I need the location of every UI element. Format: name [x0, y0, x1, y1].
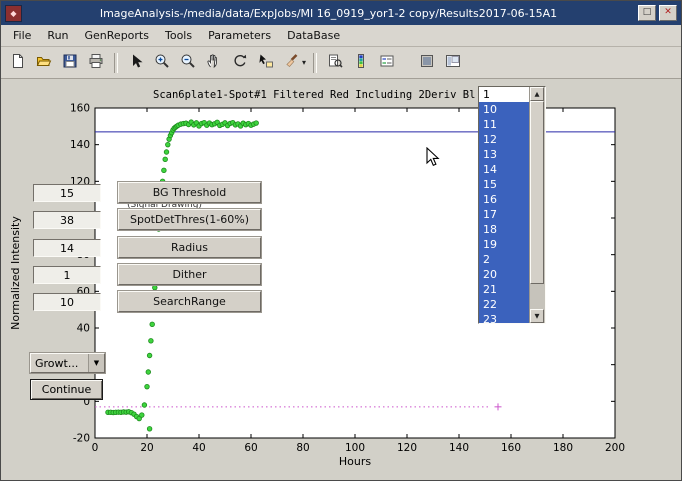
insert-colorbar-icon: [353, 53, 369, 73]
save-button[interactable]: [57, 50, 83, 76]
list-item-19[interactable]: 19: [479, 237, 529, 252]
button-searchrange[interactable]: SearchRange: [118, 291, 261, 312]
brush-icon: [284, 53, 300, 73]
titlebar: ◆ ImageAnalysis-/media/data/ExpJobs/MI 1…: [1, 1, 681, 25]
insert-legend-icon: [379, 53, 395, 73]
show-plot-tools-icon: [445, 53, 461, 73]
button-spotdetthres-1-60[interactable]: SpotDetThres(1-60%): [118, 209, 261, 230]
print-preview-button[interactable]: [322, 50, 348, 76]
pan-hand-button[interactable]: [201, 50, 227, 76]
list-item-2[interactable]: 2: [479, 252, 529, 267]
toolbar-separator: [313, 53, 317, 73]
value-listbox: 110111213141516171819220212223 ▲ ▼: [478, 86, 546, 324]
list-item-18[interactable]: 18: [479, 222, 529, 237]
rotate-3d-icon: [232, 53, 248, 73]
list-item-11[interactable]: 11: [479, 117, 529, 132]
popup-dropdown-arrow-icon: ▼: [88, 354, 104, 372]
list-item-14[interactable]: 14: [479, 162, 529, 177]
toolbar: ▾: [1, 47, 681, 79]
insert-legend-button[interactable]: [374, 50, 400, 76]
list-item-12[interactable]: 12: [479, 132, 529, 147]
figure-area: 020406080100120140160180200-200204060801…: [1, 79, 681, 481]
open-folder-icon: [36, 53, 52, 73]
edit-searchrange[interactable]: [33, 293, 101, 311]
scroll-thumb[interactable]: [530, 101, 544, 284]
menu-item-run[interactable]: Run: [39, 26, 76, 45]
close-button[interactable]: ✕: [659, 5, 677, 21]
open-folder-button[interactable]: [31, 50, 57, 76]
button-bg-threshold[interactable]: BG Threshold: [118, 182, 261, 203]
button-radius[interactable]: Radius: [118, 237, 261, 258]
list-item-20[interactable]: 20: [479, 267, 529, 282]
list-item-23[interactable]: 23: [479, 312, 529, 323]
window-title: ImageAnalysis-/media/data/ExpJobs/MI 16_…: [22, 7, 635, 20]
edit-radius[interactable]: [33, 239, 101, 257]
app-icon[interactable]: ◆: [5, 5, 22, 22]
growth-popup-menu[interactable]: Growt...▼: [30, 353, 105, 373]
button-dither[interactable]: Dither: [118, 264, 261, 285]
listbox-items: 110111213141516171819220212223: [479, 87, 529, 323]
edit-plot-arrow-icon: [128, 53, 144, 73]
list-item-17[interactable]: 17: [479, 207, 529, 222]
zoom-out-icon: [180, 53, 196, 73]
list-item-16[interactable]: 16: [479, 192, 529, 207]
edit-plot-arrow-button[interactable]: [123, 50, 149, 76]
maximize-button[interactable]: □: [638, 5, 656, 21]
growth-popup-label: Growt...: [31, 357, 88, 370]
edit-dither[interactable]: [33, 266, 101, 284]
data-cursor-icon: [258, 53, 274, 73]
list-item-1[interactable]: 1: [479, 87, 529, 102]
toolbar-separator: [114, 53, 118, 73]
menu-item-genreports[interactable]: GenReports: [77, 26, 157, 45]
controls-overlay: BG Threshold SpotDetThres(1-60%) Radius Dit…: [1, 79, 681, 481]
list-item-10[interactable]: 10: [479, 102, 529, 117]
menu-item-file[interactable]: File: [5, 26, 39, 45]
list-item-15[interactable]: 15: [479, 177, 529, 192]
edit-bg-threshold[interactable]: [33, 184, 101, 202]
listbox-scrollbar[interactable]: ▲ ▼: [529, 87, 545, 323]
list-item-13[interactable]: 13: [479, 147, 529, 162]
menubar: FileRunGenReportsToolsParametersDataBase: [1, 25, 681, 47]
show-plot-tools-button[interactable]: [440, 50, 466, 76]
print-preview-icon: [327, 53, 343, 73]
new-file-icon: [10, 53, 26, 73]
hide-plot-tools-button[interactable]: [414, 50, 440, 76]
print-icon: [88, 53, 104, 73]
app-icon-glyph: ◆: [10, 7, 16, 20]
hide-plot-tools-icon: [419, 53, 435, 73]
zoom-in-icon: [154, 53, 170, 73]
mouse-cursor: [426, 147, 440, 171]
scroll-up-button[interactable]: ▲: [530, 87, 544, 101]
scroll-down-button[interactable]: ▼: [530, 309, 544, 323]
rotate-3d-button[interactable]: [227, 50, 253, 76]
pan-hand-icon: [206, 53, 222, 73]
list-item-21[interactable]: 21: [479, 282, 529, 297]
insert-colorbar-button[interactable]: [348, 50, 374, 76]
brush-dropdown-caret-icon[interactable]: ▾: [302, 58, 306, 67]
save-icon: [62, 53, 78, 73]
app-window: ◆ ImageAnalysis-/media/data/ExpJobs/MI 1…: [0, 0, 682, 481]
zoom-out-button[interactable]: [175, 50, 201, 76]
zoom-in-button[interactable]: [149, 50, 175, 76]
new-file-button[interactable]: [5, 50, 31, 76]
list-item-22[interactable]: 22: [479, 297, 529, 312]
edit-spotdetthres-1-60[interactable]: [33, 211, 101, 229]
menu-item-database[interactable]: DataBase: [279, 26, 348, 45]
data-cursor-button[interactable]: [253, 50, 279, 76]
menu-item-parameters[interactable]: Parameters: [200, 26, 279, 45]
print-button[interactable]: [83, 50, 109, 76]
menu-item-tools[interactable]: Tools: [157, 26, 200, 45]
continue-button[interactable]: Continue: [30, 379, 103, 400]
